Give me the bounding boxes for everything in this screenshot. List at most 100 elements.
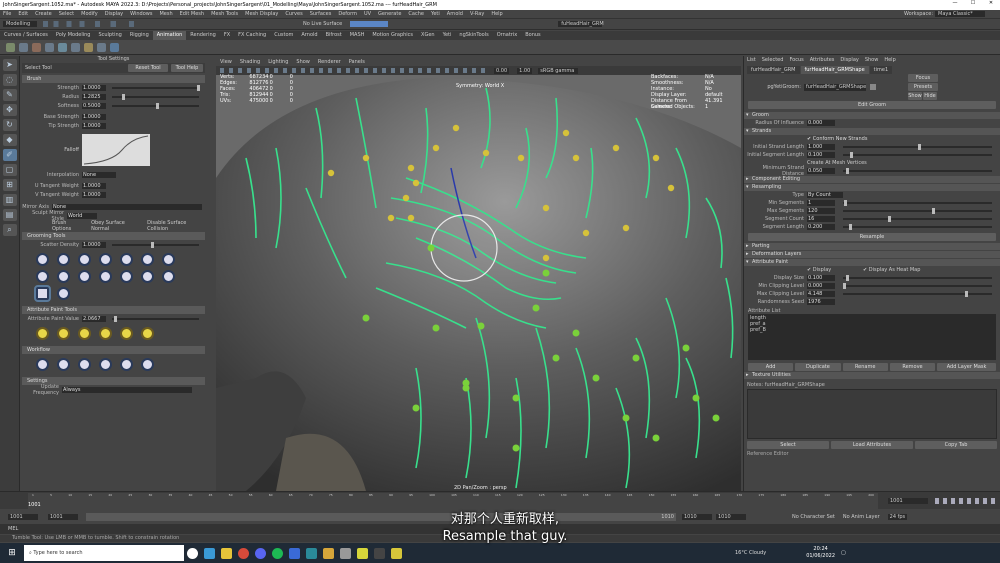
component-editing-section[interactable]: Component Editing	[744, 176, 1000, 183]
copy-tab-button[interactable]: Copy Tab	[915, 441, 997, 449]
range-start-field[interactable]: 1001	[48, 514, 78, 520]
lasso-tool-icon[interactable]: ◌	[2, 74, 17, 86]
ae-menu-display[interactable]: Display	[840, 56, 858, 64]
segment-length-slider[interactable]	[843, 224, 992, 230]
grow-selection-icon[interactable]	[36, 358, 49, 371]
shelf-tab[interactable]: Ornatrix	[493, 31, 522, 40]
ae-menu-selected[interactable]: Selected	[762, 56, 784, 64]
attr-paint-value-field[interactable]: 2.0667	[82, 316, 106, 322]
clump-brush-icon[interactable]	[141, 253, 154, 266]
radius-influence-field[interactable]: 0.000	[807, 120, 835, 126]
scatter-density-slider[interactable]	[112, 242, 199, 248]
shelf-tab[interactable]: Yeti	[439, 31, 456, 40]
app-icon[interactable]	[357, 547, 368, 559]
shelf-tab-active[interactable]: Animation	[152, 31, 187, 40]
resample-type-select[interactable]: By Count	[807, 192, 843, 198]
task-view-icon[interactable]	[187, 547, 198, 559]
select-tool-icon[interactable]: ➤	[2, 59, 17, 71]
time-ticks[interactable]: 1 5 10 15 20 25 30 35 40 45 50 55 60 65 70 75 80 85 90 95 10…	[28, 493, 878, 509]
shelf-tool-icon[interactable]	[58, 42, 67, 52]
workflow-section[interactable]: Workflow	[22, 346, 205, 354]
brush-options-checkbox[interactable]: Brush Options	[52, 220, 85, 232]
no-live-surface[interactable]: No Live Surface	[303, 21, 342, 27]
discord-icon[interactable]	[255, 547, 266, 559]
gamma-field[interactable]: 1.00	[517, 67, 533, 74]
menu-mesh-display[interactable]: Mesh Display	[245, 11, 278, 17]
hide-button[interactable]: Hide	[923, 92, 937, 100]
windows-start-icon[interactable]: ⊞	[0, 548, 24, 558]
menu-cache[interactable]: Cache	[408, 11, 424, 17]
ae-menu-help[interactable]: Help	[884, 56, 895, 64]
heatmap-checkbox[interactable]: ✔ Display As Heat Map	[863, 267, 920, 273]
strength-field[interactable]: 1.0000	[82, 85, 106, 91]
ae-tab-transform[interactable]: furHeadHair_GRM	[747, 66, 800, 74]
redo-groom-icon[interactable]	[141, 358, 154, 371]
resample-button[interactable]: Resample	[748, 233, 996, 241]
shelf-tab[interactable]: Rendering	[186, 31, 220, 40]
clock-time[interactable]: 20:24	[813, 546, 827, 553]
weather-widget[interactable]: 16°C Cloudy	[735, 550, 766, 556]
workspace-select[interactable]: Maya Classic*	[935, 11, 985, 17]
status-icons[interactable]	[43, 21, 303, 27]
mirror-axis-select[interactable]: None	[52, 204, 202, 210]
viewport-scene[interactable]	[216, 58, 741, 491]
smooth-brush-icon[interactable]	[162, 253, 175, 266]
shelf-tab[interactable]: Custom	[270, 31, 297, 40]
move-tool-icon[interactable]: ✥	[2, 104, 17, 116]
app-icon[interactable]	[374, 547, 385, 559]
menu-arnold[interactable]: Arnold	[447, 11, 463, 17]
menu-select[interactable]: Select	[59, 11, 74, 17]
reset-tool-button[interactable]: Reset Tool	[128, 64, 168, 72]
add-strand-icon[interactable]	[57, 270, 70, 283]
menu-create[interactable]: Create	[35, 11, 52, 17]
paint-select-icon[interactable]: ✎	[2, 89, 17, 101]
initial-segment-slider[interactable]	[843, 152, 992, 158]
base-strength-field[interactable]: 1.0000	[82, 114, 106, 120]
show-button[interactable]: Show	[908, 92, 922, 100]
vp-menu-lighting[interactable]: Lighting	[268, 58, 288, 66]
mode-select[interactable]: Modelling	[3, 21, 37, 27]
reference-editor-tab[interactable]: Reference Editor	[747, 451, 997, 457]
ae-menu-attributes[interactable]: Attributes	[810, 56, 835, 64]
clock-date[interactable]: 01/06/2022	[806, 553, 835, 560]
resampling-section[interactable]: Resampling	[744, 184, 1000, 191]
min-clip-field[interactable]: 0.000	[807, 283, 835, 289]
texture-utilities-section[interactable]: Texture Utilities	[744, 372, 1000, 379]
move-brush-icon[interactable]	[57, 253, 70, 266]
notification-icon[interactable]: ▢	[841, 550, 846, 556]
display-size-slider[interactable]	[843, 275, 992, 281]
add-attr-button[interactable]: Add	[748, 363, 794, 371]
notes-field[interactable]	[747, 389, 997, 439]
vp-menu-view[interactable]: View	[220, 58, 232, 66]
min-segments-slider[interactable]	[843, 200, 992, 206]
add-layer-mask-button[interactable]: Add Layer Mask	[937, 363, 996, 371]
shelf-tool-icon[interactable]	[84, 42, 93, 52]
edge-icon[interactable]	[204, 547, 215, 559]
viewport-toolbar-icons[interactable]	[220, 68, 490, 73]
shelf-tool-icon[interactable]	[19, 42, 28, 52]
shelf-tab[interactable]: Bonus	[521, 31, 544, 40]
min-clip-slider[interactable]	[843, 283, 992, 289]
v-tangent-field[interactable]: 1.0000	[82, 192, 106, 198]
straighten-brush-icon[interactable]	[57, 287, 70, 300]
ae-tab-time[interactable]: time1	[869, 66, 893, 74]
groom-brush-icon[interactable]: ✐	[2, 149, 17, 161]
vp-menu-show[interactable]: Show	[296, 58, 310, 66]
min-strand-dist-field[interactable]: 0.050	[807, 168, 835, 174]
part-brush-icon[interactable]	[141, 270, 154, 283]
zoom-icon[interactable]: ⌕	[2, 224, 17, 236]
segment-count-slider[interactable]	[843, 216, 992, 222]
character-set-select[interactable]: No Character Set	[792, 514, 835, 520]
layout-four-icon[interactable]: ⊞	[2, 179, 17, 191]
menu-windows[interactable]: Windows	[130, 11, 152, 17]
ae-menu-show[interactable]: Show	[865, 56, 879, 64]
menu-yeti[interactable]: Yeti	[431, 11, 440, 17]
shelf-tab[interactable]: FX	[220, 31, 234, 40]
layout-single-icon[interactable]: ▢	[2, 164, 17, 176]
menu-mesh-tools[interactable]: Mesh Tools	[211, 11, 238, 17]
lift-brush-icon[interactable]	[36, 270, 49, 283]
menu-edit-mesh[interactable]: Edit Mesh	[180, 11, 204, 17]
shelf-tab[interactable]: Bifrost	[322, 31, 346, 40]
shelf-tool-icon[interactable]	[110, 42, 119, 52]
attribute-list-item[interactable]: pref_B	[750, 327, 994, 333]
